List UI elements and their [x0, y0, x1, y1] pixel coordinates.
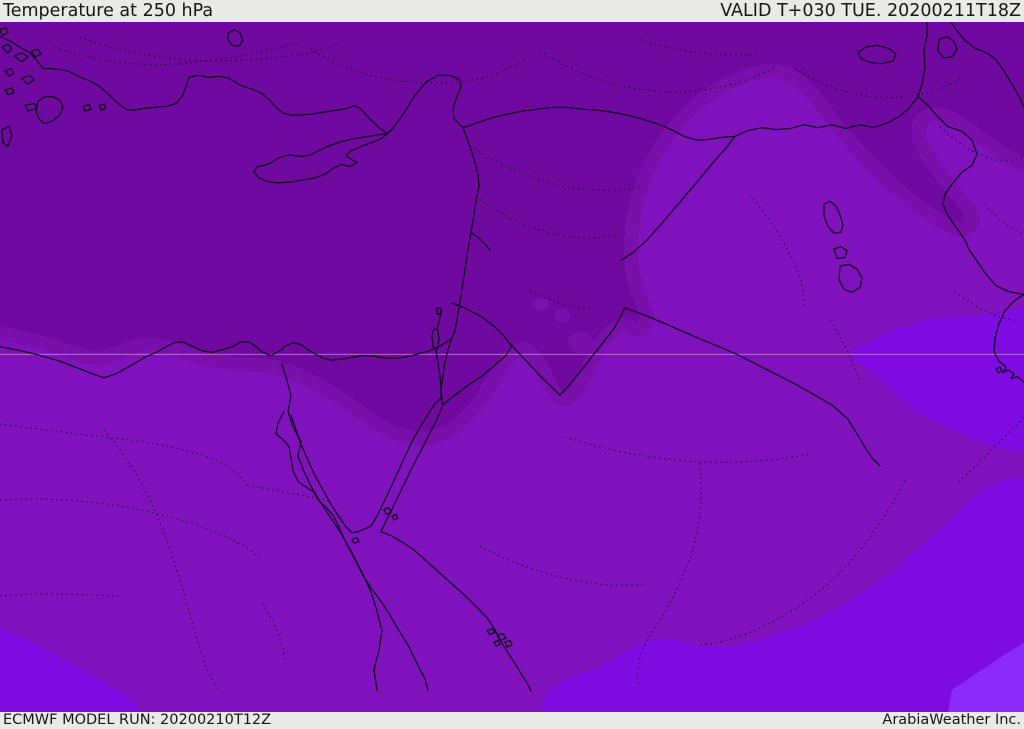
credit-label: ArabiaWeather Inc. — [882, 712, 1021, 728]
temp-band-2-patch — [532, 298, 550, 310]
temp-band-2-patch — [568, 332, 594, 354]
weather-map-svg — [0, 22, 1024, 712]
footer-bar: ECMWF MODEL RUN: 20200210T12Z ArabiaWeat… — [0, 712, 1024, 729]
page-title: Temperature at 250 hPa — [3, 1, 214, 21]
model-run-label: ECMWF MODEL RUN: 20200210T12Z — [3, 712, 272, 728]
weather-map-app: { "header": { "title": "Temperature at 2… — [0, 0, 1024, 729]
map-area — [0, 22, 1024, 712]
app-window: Temperature at 250 hPa VALID T+030 TUE. … — [0, 0, 1024, 729]
header-bar: Temperature at 250 hPa VALID T+030 TUE. … — [0, 0, 1024, 22]
temp-band-2-patch — [554, 308, 570, 323]
valid-time-label: VALID T+030 TUE. 20200211T18Z — [720, 1, 1021, 21]
